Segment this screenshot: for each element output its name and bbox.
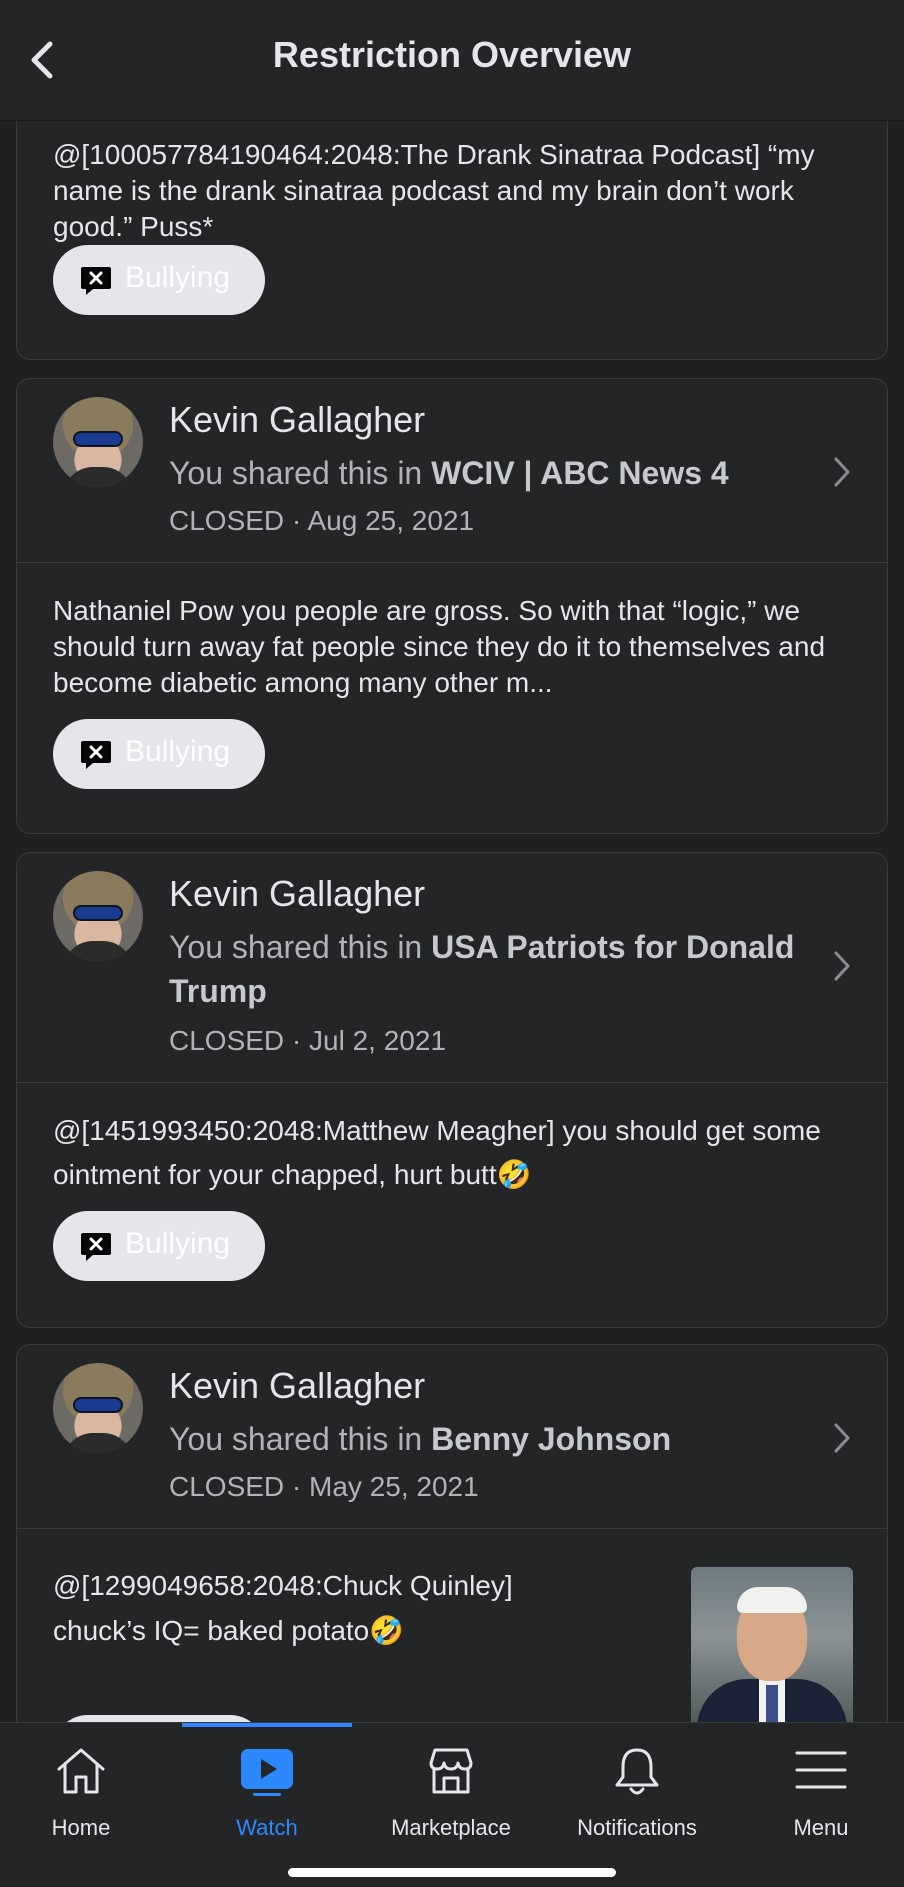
restriction-card: Kevin Gallagher You shared this in USA P… [16,852,888,1328]
author-name: Kevin Gallagher [169,873,426,914]
avatar [53,397,143,487]
home-icon [57,1748,105,1794]
author-name: Kevin Gallagher [169,1365,426,1406]
nav-label: Home [51,1815,111,1840]
nav-label: Marketplace [391,1815,511,1840]
bullying-icon [81,1233,111,1261]
nav-menu[interactable]: Menu [746,1745,896,1855]
bottom-nav: Home Watch Marketplace Notifications Men… [0,1722,904,1887]
restriction-card: Kevin Gallagher You shared this in WCIV … [16,378,888,834]
post-header[interactable]: Kevin Gallagher You shared this in WCIV … [17,379,887,563]
group-name: Benny Johnson [431,1421,672,1457]
marketplace-icon [429,1748,473,1794]
avatar [53,1363,143,1453]
author-name: Kevin Gallagher [169,399,426,440]
nav-marketplace[interactable]: Marketplace [376,1745,526,1855]
bullying-tag: Bullying [53,245,265,315]
post-header[interactable]: Kevin Gallagher You shared this in Benny… [17,1345,887,1529]
tag-label: Bullying [125,261,231,294]
post-header[interactable]: Kevin Gallagher You shared this in USA P… [17,853,887,1083]
nav-watch[interactable]: Watch [192,1745,342,1855]
home-indicator[interactable] [288,1868,616,1877]
active-tab-indicator [182,1723,352,1727]
post-thumbnail[interactable] [691,1567,853,1722]
page-title: Restriction Overview [272,34,632,75]
bullying-tag: Bullying [53,1211,265,1281]
watch-icon [241,1749,293,1796]
restriction-card: Kevin Gallagher You shared this in Benny… [16,1344,888,1722]
nav-home[interactable]: Home [6,1745,156,1855]
status-text: CLOSED · May 25, 2021 [169,1471,479,1502]
menu-icon [795,1751,847,1789]
chevron-right-icon [834,457,850,487]
comment-text: @[1451993450:2048:Matthew Meagher] you s… [53,1115,821,1190]
avatar [53,871,143,961]
shared-in-text: You shared this in WCIV | ABC News 4 [169,455,729,491]
nav-label: Watch [236,1815,298,1840]
comment-text: @[1299049658:2048:Chuck Quinley] chuck’s… [53,1570,513,1646]
bullying-icon [81,741,111,769]
shared-in-text: You shared this in Benny Johnson [169,1421,672,1457]
status-text: CLOSED · Aug 25, 2021 [169,505,475,536]
nav-notifications[interactable]: Notifications [562,1745,712,1855]
comment-text: @[100057784190464:2048:The Drank Sinatra… [53,139,815,242]
bullying-icon [81,267,111,295]
top-bar: Restriction Overview [0,0,904,121]
tag-label: Bullying [125,1227,231,1260]
restriction-card: @[100057784190464:2048:The Drank Sinatra… [16,120,888,360]
bullying-tag [53,1715,265,1722]
restriction-list[interactable]: @[100057784190464:2048:The Drank Sinatra… [0,120,904,1722]
group-name: WCIV | ABC News 4 [431,455,729,491]
tag-label: Bullying [125,735,231,768]
comment-text: Nathaniel Pow you people are gross. So w… [53,595,826,698]
shared-in-text: You shared this in USA Patriots for Dona… [169,929,795,1009]
nav-label: Menu [793,1815,849,1840]
chevron-right-icon [834,951,850,981]
bullying-tag: Bullying [53,719,265,789]
chevron-right-icon [834,1423,850,1453]
bell-icon [615,1748,659,1795]
status-text: CLOSED · Jul 2, 2021 [169,1025,447,1056]
nav-label: Notifications [577,1815,697,1840]
